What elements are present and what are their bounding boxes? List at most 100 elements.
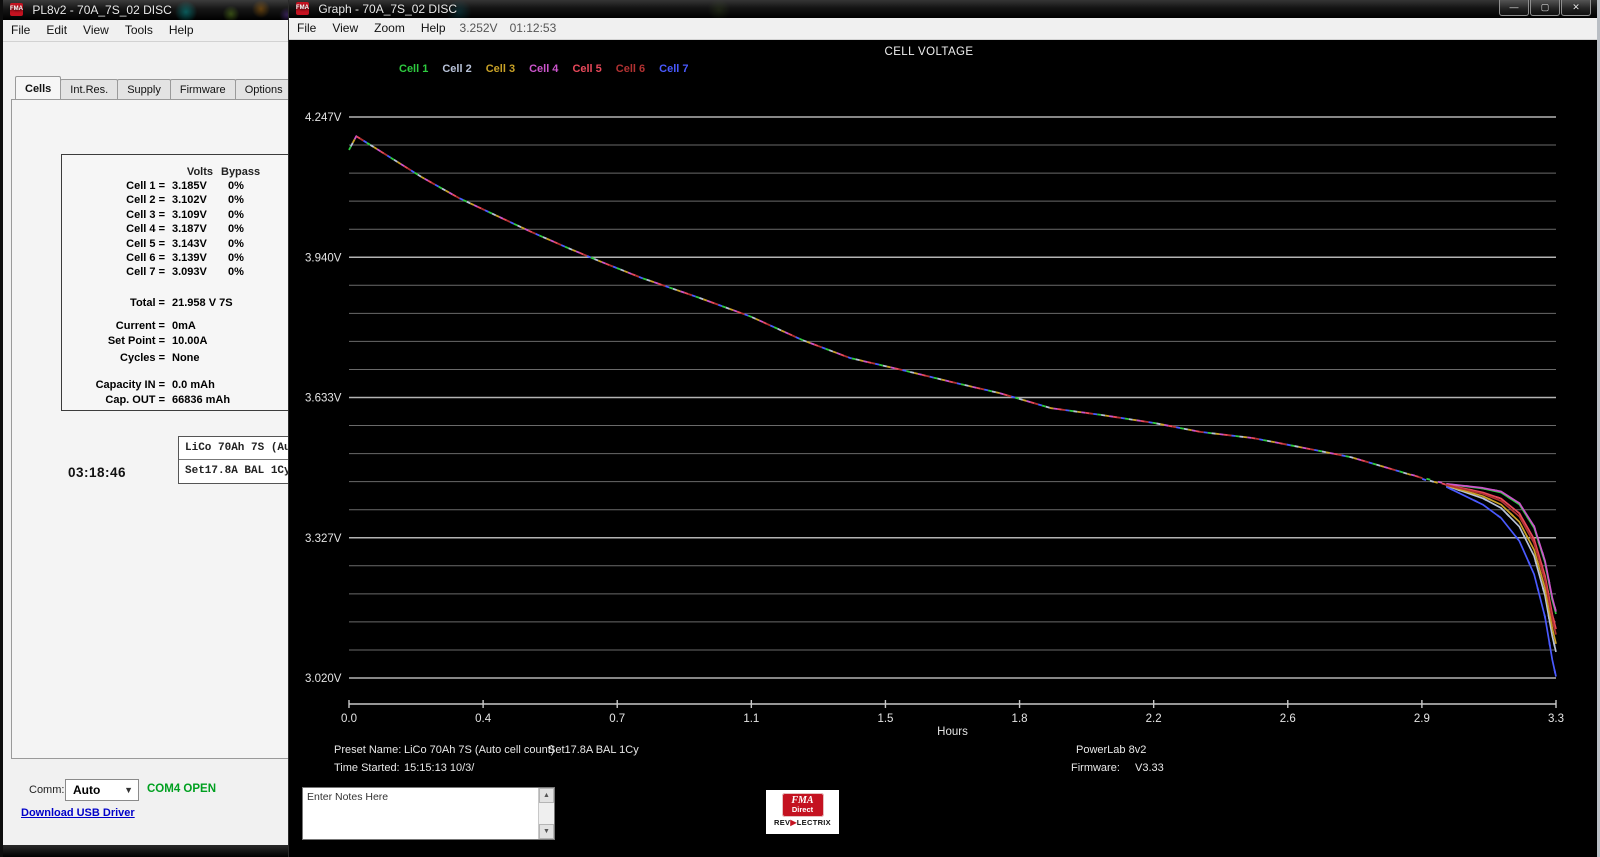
- chart-legend: Cell 1 Cell 2 Cell 3 Cell 4 Cell 5 Cell 6 Cell…: [399, 63, 703, 75]
- menu-item-file[interactable]: File: [289, 18, 324, 39]
- x-tick-label: 2.2: [1146, 713, 1162, 725]
- cell-label: Cell 4 =: [126, 223, 165, 236]
- cell-bypass: 0%: [228, 208, 244, 221]
- comm-selected-value: Auto: [73, 783, 101, 797]
- summary-label: Total =: [130, 296, 165, 309]
- cell-reading-row: Cell 3 = 3.109V 0%: [62, 208, 292, 222]
- tab-cells[interactable]: Cells: [15, 76, 62, 101]
- summary-label: Current =: [115, 320, 165, 333]
- status-elapsed-time: 01:12:53: [509, 21, 557, 35]
- series-dashed-3: [348, 135, 1557, 644]
- menu-item-help[interactable]: Help: [413, 18, 454, 39]
- comm-label: Comm:: [29, 784, 65, 796]
- comm-status: COM4 OPEN: [147, 783, 217, 795]
- preset-name-value: LiCo 70Ah 7S (Auto cell count): [404, 744, 555, 756]
- fma-direct-logo: FMA Direct REV▶LECTRIX: [766, 790, 839, 834]
- menu-item-zoom[interactable]: Zoom: [366, 18, 413, 39]
- fma-direct-badge: FMA Direct: [781, 793, 824, 817]
- x-tick-label: 2.9: [1414, 713, 1430, 725]
- tab-options[interactable]: Options: [234, 79, 292, 101]
- cell-rows: Cell 1 = 3.185V 0% Cell 2 = 3.102V 0% Cell 3 =…: [62, 179, 292, 280]
- preset-name-label: Preset Name:: [334, 744, 402, 756]
- y-axis-label: 3.327V: [305, 533, 342, 545]
- cell-label: Cell 6 =: [126, 251, 165, 264]
- time-started-label: Time Started:: [334, 762, 400, 774]
- tab-firmware[interactable]: Firmware: [169, 79, 236, 101]
- status-voltage: 3.252V: [459, 21, 498, 35]
- legend-item-cell-2: Cell 2: [442, 63, 472, 75]
- x-tick-label: 2.6: [1280, 713, 1296, 725]
- scroll-up-icon[interactable]: ▲: [539, 788, 554, 803]
- minimize-button[interactable]: —: [1499, 0, 1529, 16]
- series-dashed-7: [348, 135, 1557, 677]
- summary-row: Set Point = 10.00A: [62, 334, 292, 348]
- x-tick-label: 1.1: [743, 713, 759, 725]
- cell-reading-row: Cell 4 = 3.187V 0%: [62, 222, 292, 236]
- menu-item-tools[interactable]: Tools: [117, 20, 161, 41]
- logo-direct-text: Direct: [791, 805, 814, 814]
- time-started-value: 15:15:13 10/3/: [404, 762, 475, 774]
- x-tick-label: 0.4: [475, 713, 492, 725]
- chevron-down-icon: ▼: [124, 785, 133, 795]
- menu-item-view[interactable]: View: [75, 20, 117, 41]
- cell-bypass: 0%: [228, 223, 244, 236]
- pl8v2-menubar: File Edit View Tools Help: [3, 20, 292, 42]
- close-button[interactable]: ✕: [1561, 0, 1591, 16]
- y-axis-label: 3.020V: [305, 673, 342, 685]
- summary-rows: Total = 21.958 V 7S Current = 0mA Set Point …: [62, 296, 292, 407]
- firmware-value: V3.33: [1135, 762, 1164, 774]
- cell-reading-row: Cell 1 = 3.185V 0%: [62, 179, 292, 193]
- series-knee-5: [1446, 483, 1557, 630]
- legend-item-cell-4: Cell 4: [529, 63, 559, 75]
- notes-scrollbar[interactable]: ▲ ▼: [538, 788, 554, 839]
- preset-mode-line: Set17.8A BAL 1Cy: [185, 465, 291, 477]
- cell-bypass: 0%: [228, 194, 244, 207]
- cell-volts: 3.109V: [172, 208, 207, 221]
- legend-item-cell-1: Cell 1: [399, 63, 429, 75]
- screen: { "left_window": { "title": "PL8v2 - 70A…: [0, 0, 1600, 857]
- notes-text: Enter Notes Here: [307, 791, 389, 803]
- pl8v2-client-area: CellsInt.Res.SupplyFirmwareOptionsPreset…: [3, 42, 292, 845]
- series-knee-7: [1445, 486, 1557, 677]
- window-bottom-border: [3, 845, 292, 857]
- download-usb-driver-link[interactable]: Download USB Driver: [21, 807, 135, 819]
- cell-bypass: 0%: [228, 237, 244, 250]
- graph-window-title: Graph - 70A_7S_02 DISC: [318, 2, 458, 16]
- pl8v2-titlebar: FMA PL8v2 - 70A_7S_02 DISC: [3, 0, 292, 20]
- cell-bypass: 0%: [228, 251, 244, 264]
- notes-textarea[interactable]: Enter Notes Here ▲ ▼: [302, 787, 555, 840]
- summary-row: Cap. OUT = 66836 mAh: [62, 393, 292, 407]
- cell-reading-row: Cell 6 = 3.139V 0%: [62, 251, 292, 265]
- preset-name-line: LiCo 70Ah 7S (Auto cell count): [179, 437, 292, 460]
- pl8v2-tabstrip: CellsInt.Res.SupplyFirmwareOptionsPreset…: [15, 76, 292, 101]
- cell-label: Cell 3 =: [126, 208, 165, 221]
- graph-titlebar: FMA Graph - 70A_7S_02 DISC — ▢ ✕: [289, 0, 1597, 18]
- menu-item-file[interactable]: File: [3, 20, 38, 41]
- cell-reading-row: Cell 5 = 3.143V 0%: [62, 237, 292, 251]
- device-name: PowerLab 8v2: [1076, 744, 1147, 756]
- fma-app-icon: FMA: [10, 3, 23, 16]
- menu-item-view[interactable]: View: [324, 18, 366, 39]
- x-tick-label: 3.3: [1548, 713, 1564, 725]
- chart-title: CELL VOLTAGE: [884, 46, 974, 58]
- x-axis-title: Hours: [937, 726, 968, 738]
- comm-port-select[interactable]: Auto ▼: [65, 779, 139, 801]
- scroll-down-icon[interactable]: ▼: [539, 824, 554, 839]
- pl8v2-window-title: PL8v2 - 70A_7S_02 DISC: [32, 3, 172, 17]
- pl8v2-window: FMA PL8v2 - 70A_7S_02 DISC File Edit View T…: [0, 0, 292, 857]
- elapsed-time: 03:18:46: [68, 465, 127, 480]
- window-controls: — ▢ ✕: [1498, 0, 1591, 16]
- summary-value: 0.0 mAh: [172, 379, 215, 392]
- firmware-label: Firmware:: [1071, 762, 1120, 774]
- x-tick-label: 0.0: [341, 713, 357, 725]
- cell-reading-row: Cell 7 = 3.093V 0%: [62, 265, 292, 279]
- menu-item-edit[interactable]: Edit: [38, 20, 75, 41]
- bypass-column-header: Bypass: [221, 166, 261, 178]
- menu-item-help[interactable]: Help: [161, 20, 202, 41]
- tab-supply[interactable]: Supply: [117, 79, 171, 101]
- y-axis-label: 4.247V: [305, 112, 342, 124]
- maximize-button[interactable]: ▢: [1530, 0, 1560, 16]
- tab-intres[interactable]: Int.Res.: [60, 79, 119, 101]
- active-preset-box[interactable]: LiCo 70Ah 7S (Auto cell count) Set17.8A …: [178, 436, 292, 484]
- cells-tab-panel: Volts Bypass Cell 1 = 3.185V 0% Cell 2 = 3.1…: [11, 99, 292, 759]
